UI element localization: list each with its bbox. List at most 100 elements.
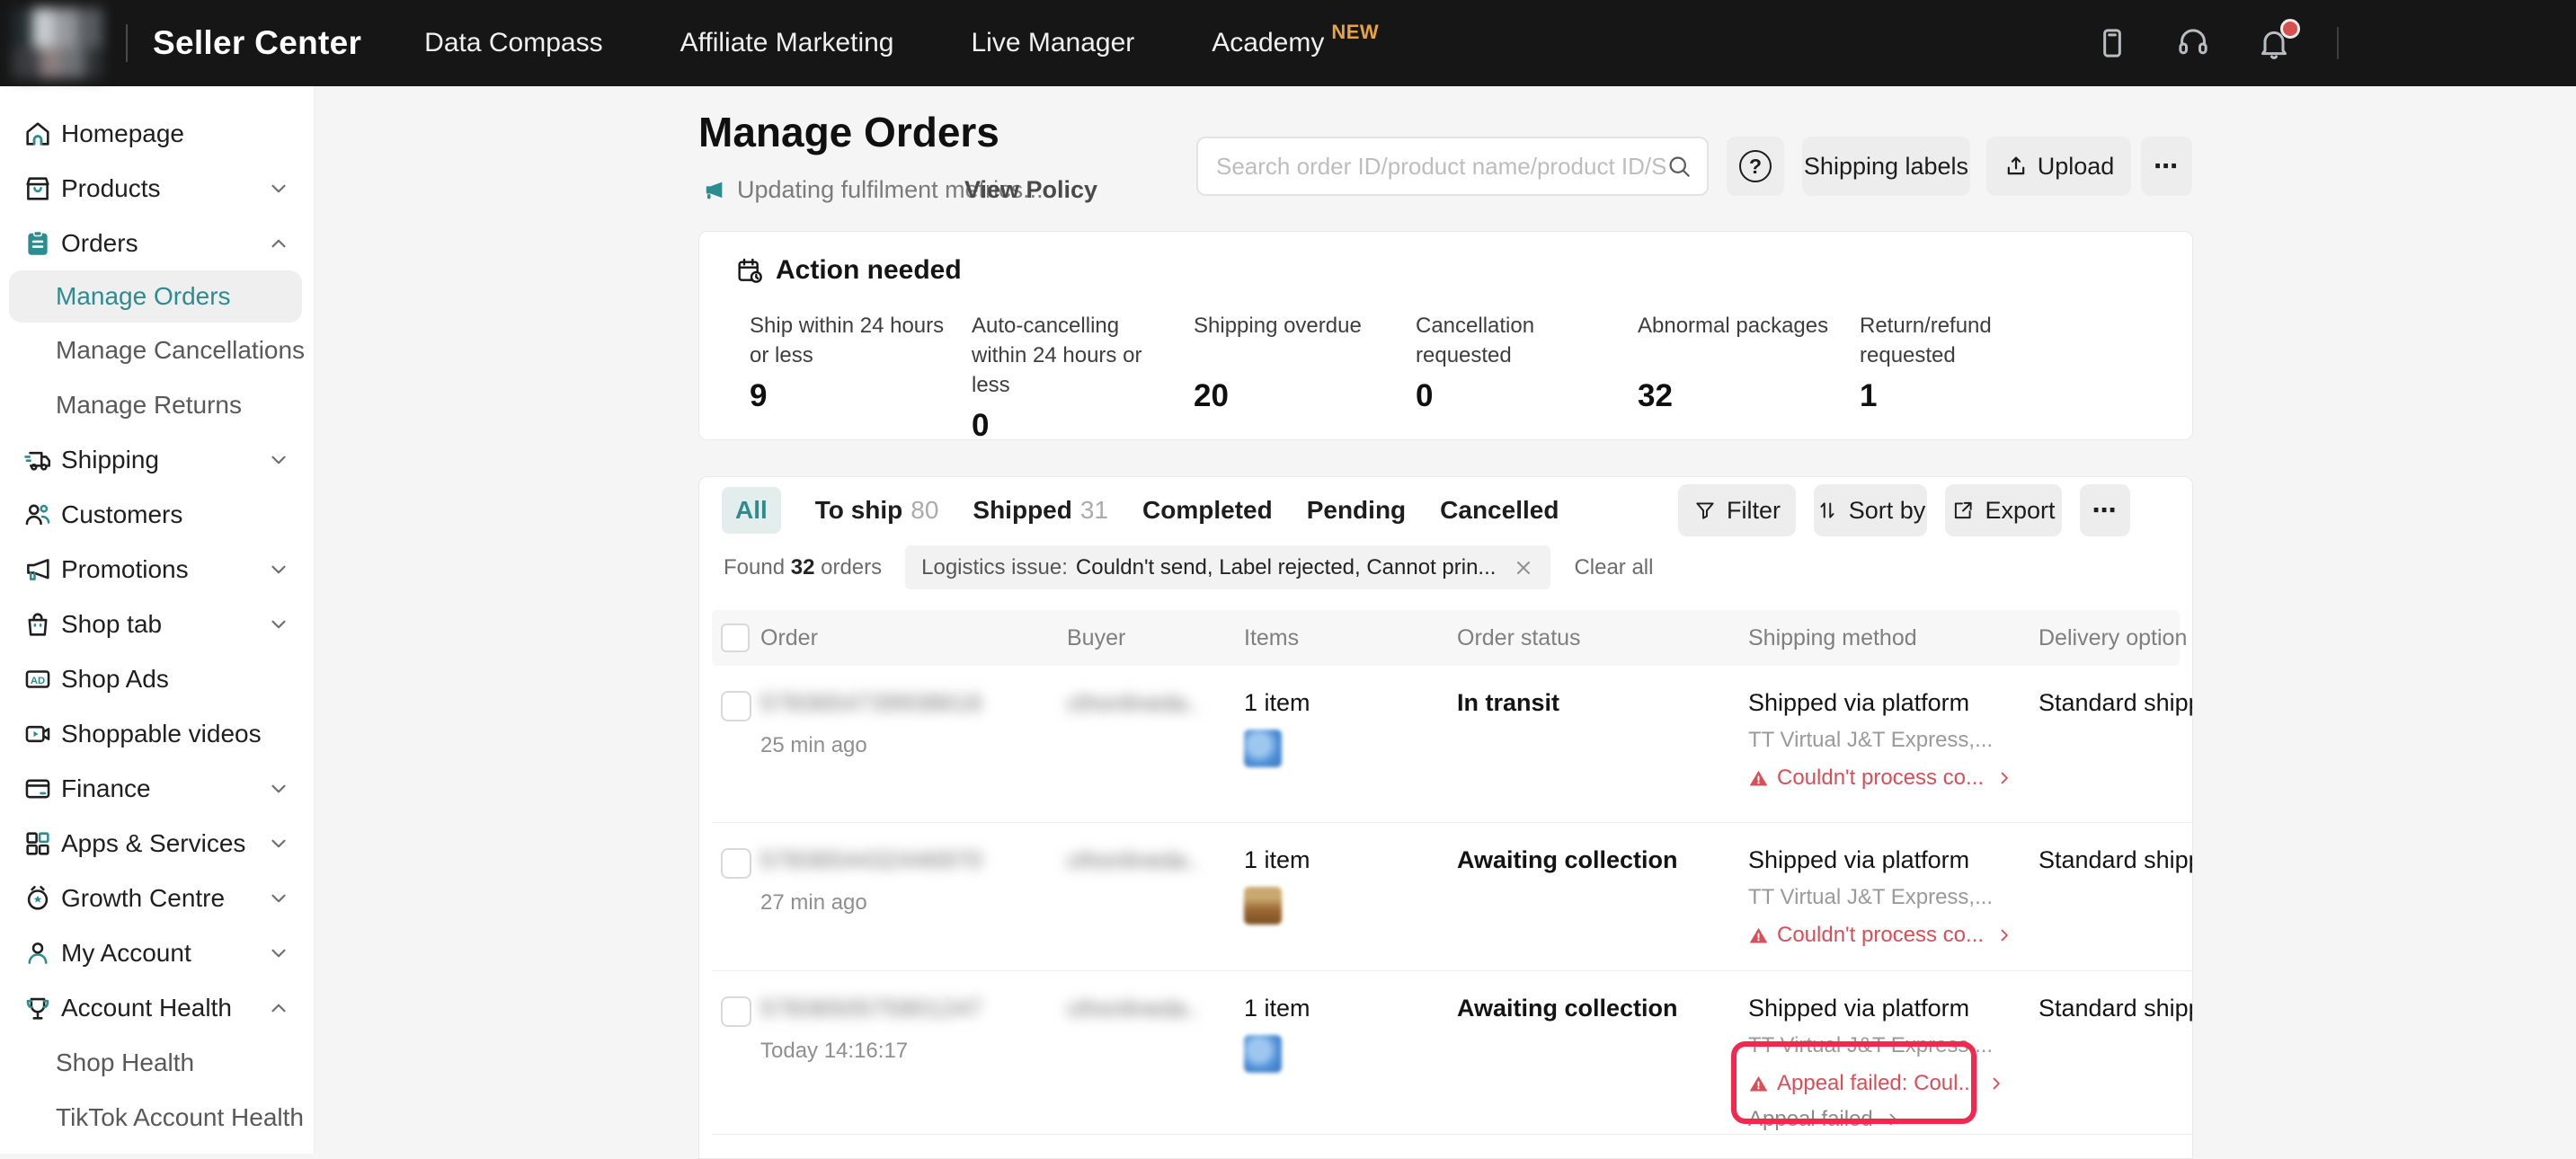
order-row[interactable]: 5783650575901247 Today 14:16:17 cthonlin… [712,971,2192,1135]
tab-count: 31 [1080,496,1108,525]
found-prefix: Found [724,555,785,580]
shipping-labels-button[interactable]: Shipping labels [1802,137,1970,196]
sidebar-item-shoppable-videos[interactable]: Shoppable videos [0,706,314,761]
order-row[interactable]: 5783654432446970 27 min ago cthonlineda.… [712,823,2192,971]
tab-shipped[interactable]: Shipped 31 [973,496,1108,525]
tab-completed[interactable]: Completed [1142,496,1273,525]
order-row[interactable]: 5783654739938616 25 min ago cthonlineda.… [712,666,2192,823]
sidebar-item-tiktok-account-health[interactable]: TikTok Account Health [0,1090,314,1145]
sidebar-item-customers[interactable]: Customers [0,487,314,542]
search-icon[interactable] [1666,153,1692,180]
sort-by-button[interactable]: Sort by [1814,484,1927,536]
appeal-failed-secondary-link[interactable]: Appeal failed [1748,1107,2039,1132]
column-items: Items [1244,625,1457,651]
tab-cancelled[interactable]: Cancelled [1440,496,1559,525]
sidebar-item-account-health[interactable]: Account Health [0,980,314,1035]
tab-all[interactable]: All [722,487,781,534]
brand-title: Seller Center [153,24,361,62]
sidebar-item-shop-health[interactable]: Shop Health [0,1035,314,1090]
sidebar-item-label: Homepage [61,119,184,148]
tab-label: Pending [1307,496,1406,525]
topnav-live-manager[interactable]: Live Manager [971,28,1134,58]
sidebar-item-shop-ads[interactable]: AD Shop Ads [0,651,314,706]
sidebar-item-label: Orders [61,229,138,258]
tab-to-ship[interactable]: To ship 80 [815,496,939,525]
chevron-down-icon [267,558,290,581]
metric-value[interactable]: 32 [1638,378,1860,414]
row-checkbox[interactable] [721,691,751,721]
header-more-button[interactable]: ⋯ [2141,137,2192,196]
row-checkbox[interactable] [721,996,751,1027]
found-suffix: orders [821,555,882,580]
view-policy-link[interactable]: View Policy [964,176,1097,204]
export-icon [1951,499,1975,522]
metric-value[interactable]: 20 [1194,378,1416,414]
topnav-menu: Data Compass Affiliate Marketing Live Ma… [424,28,1379,58]
logistics-issue-filter-chip[interactable]: Logistics issue: Couldn't send, Label re… [905,545,1550,589]
column-buyer: Buyer [1067,625,1244,651]
order-status: Awaiting collection [1457,995,1748,1022]
product-thumbnail[interactable] [1244,887,1282,925]
sidebar-item-label: Shipping [61,446,159,474]
clear-all-link[interactable]: Clear all [1574,555,1653,580]
sidebar-item-manage-returns[interactable]: Manage Returns [0,377,314,432]
topnav-affiliate-marketing[interactable]: Affiliate Marketing [680,28,894,58]
metric-label: Abnormal packages [1638,311,1834,370]
sidebar-item-shop-tab[interactable]: Shop tab [0,597,314,651]
sidebar-item-label: Shop tab [61,610,162,639]
topnav-academy[interactable]: Academy NEW [1212,28,1379,58]
topnav-data-compass[interactable]: Data Compass [424,28,602,58]
announcement-icon [701,178,726,203]
metric-label: Ship within 24 hours or less [750,311,946,370]
order-status-tabs: All To ship 80 Shipped 31 Completed Pend… [722,487,1559,534]
table-toolbar: Filter Sort by Export ⋯ [1678,484,2130,536]
search-input[interactable] [1216,153,1666,181]
sidebar-item-apps-services[interactable]: Apps & Services [0,816,314,871]
sidebar-item-orders[interactable]: Orders [0,216,314,270]
column-order-status: Order status [1457,625,1748,651]
metric-value[interactable]: 0 [1416,378,1638,414]
order-time: 25 min ago [760,733,1067,758]
sidebar-item-manage-orders[interactable]: Manage Orders [9,270,302,323]
order-time: Today 14:16:17 [760,1039,1067,1064]
svg-text:AD: AD [31,676,45,686]
appeal-failed-link[interactable]: Appeal failed: Coul... [1748,1071,2039,1096]
notifications-bell-icon[interactable] [2256,25,2292,61]
order-time: 27 min ago [760,890,1067,916]
sidebar-item-manage-cancellations[interactable]: Manage Cancellations [0,323,314,377]
tab-pending[interactable]: Pending [1307,496,1406,525]
sidebar-item-label: My Account [61,939,191,968]
row-checkbox[interactable] [721,848,751,879]
sidebar-item-growth-centre[interactable]: Growth Centre [0,871,314,925]
remove-filter-icon[interactable] [1513,557,1534,579]
sidebar-item-products[interactable]: Products [0,161,314,216]
shipping-alert-link[interactable]: Couldn't process co... [1748,923,2039,948]
orders-panel: All To ship 80 Shipped 31 Completed Pend… [698,476,2193,1159]
export-button[interactable]: Export [1945,484,2062,536]
promotions-megaphone-icon [22,554,53,585]
product-thumbnail[interactable] [1244,730,1282,767]
table-more-button[interactable]: ⋯ [2080,484,2130,536]
metric-value[interactable]: 1 [1860,378,2174,414]
product-thumbnail[interactable] [1244,1035,1282,1073]
mobile-app-icon[interactable] [2094,25,2130,61]
help-button[interactable]: ? [1727,137,1784,196]
upload-button[interactable]: Upload [1986,137,2131,196]
sidebar-item-homepage[interactable]: Homepage [0,106,314,161]
filter-button[interactable]: Filter [1678,484,1796,536]
shipping-truck-icon [22,445,53,475]
shipping-alert-link[interactable]: Couldn't process co... [1748,765,2039,791]
metric-value[interactable]: 0 [972,408,1194,444]
sidebar-item-label: Manage Orders [56,282,231,311]
select-all-checkbox[interactable] [721,624,750,652]
sidebar-item-promotions[interactable]: Promotions [0,542,314,597]
metric-value[interactable]: 9 [750,378,972,414]
order-search [1196,137,1709,196]
sidebar-item-shipping[interactable]: Shipping [0,432,314,487]
alert-text: Couldn't process co... [1777,765,1984,791]
support-headset-icon[interactable] [2175,25,2211,61]
sidebar-item-my-account[interactable]: My Account [0,925,314,980]
sidebar-item-finance[interactable]: Finance [0,761,314,816]
alert-text: Appeal failed: Coul... [1777,1071,1976,1096]
shipping-method: Shipped via platform [1748,689,2039,717]
